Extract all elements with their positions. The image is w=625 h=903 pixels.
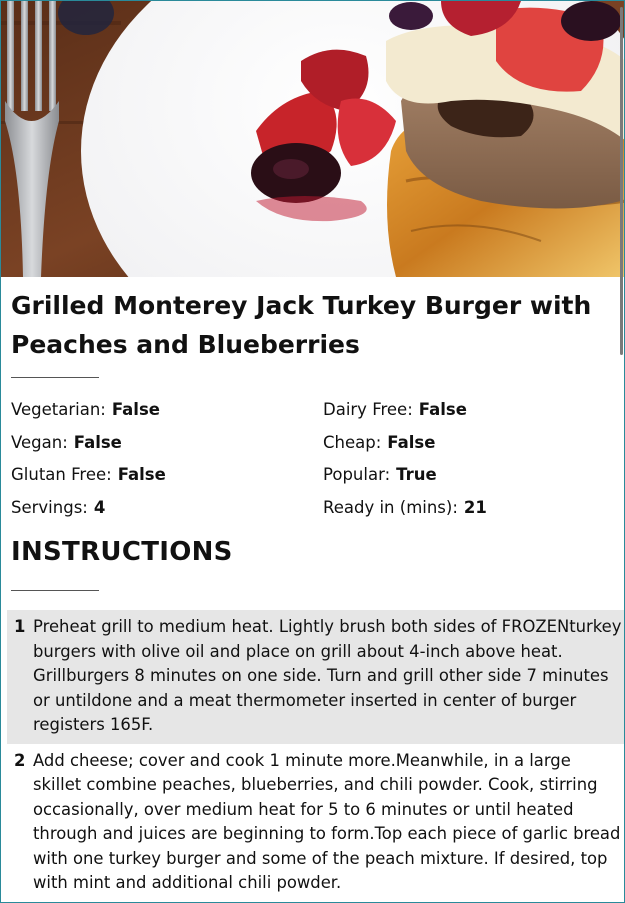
title-divider (11, 377, 99, 378)
property-label: Cheap: (323, 433, 382, 452)
property-value: False (387, 433, 436, 452)
vertical-scrollbar[interactable] (619, 1, 623, 902)
recipe-image (1, 1, 624, 277)
property-label: Ready in (mins): (323, 498, 458, 517)
property-value: True (396, 465, 437, 484)
property-value: 21 (463, 498, 487, 517)
property-label: Glutan Free: (11, 465, 112, 484)
step-number: 1 (14, 617, 26, 636)
property-value: False (117, 465, 166, 484)
property-label: Servings: (11, 498, 88, 517)
property-label: Popular: (323, 465, 391, 484)
list-item[interactable]: 1 Preheat grill to medium heat. Lightly … (7, 610, 624, 744)
property-value: False (418, 400, 467, 419)
instructions-divider (11, 590, 99, 591)
property-label: Vegan: (11, 433, 68, 452)
property-dairy-free: Dairy Free: False (323, 399, 467, 421)
instructions-list: 1 Preheat grill to medium heat. Lightly … (7, 610, 624, 902)
step-number: 2 (14, 750, 26, 770)
app-window: Grilled Monterey Jack Turkey Burger with… (0, 0, 625, 903)
step-text: Add cheese; cover and cook 1 minute more… (33, 750, 621, 893)
property-vegan: Vegan: False (11, 432, 122, 454)
property-label: Dairy Free: (323, 400, 413, 419)
property-label: Vegetarian: (11, 400, 106, 419)
instructions-heading: INSTRUCTIONS (11, 537, 233, 567)
property-vegetarian: Vegetarian: False (11, 399, 160, 421)
step-text: Preheat grill to medium heat. Lightly br… (33, 617, 622, 734)
property-servings: Servings: 4 (11, 497, 105, 519)
property-value: False (73, 433, 122, 452)
list-item[interactable]: 2 Add cheese; cover and cook 1 minute mo… (7, 744, 624, 902)
recipe-title: Grilled Monterey Jack Turkey Burger with… (11, 291, 592, 359)
property-gluten-free: Glutan Free: False (11, 464, 166, 486)
scrollbar-thumb[interactable] (620, 7, 623, 355)
property-value: False (111, 400, 160, 419)
property-popular: Popular: True (323, 464, 437, 486)
property-value: 4 (93, 498, 106, 517)
property-ready-in: Ready in (mins): 21 (323, 497, 487, 519)
property-cheap: Cheap: False (323, 432, 435, 454)
